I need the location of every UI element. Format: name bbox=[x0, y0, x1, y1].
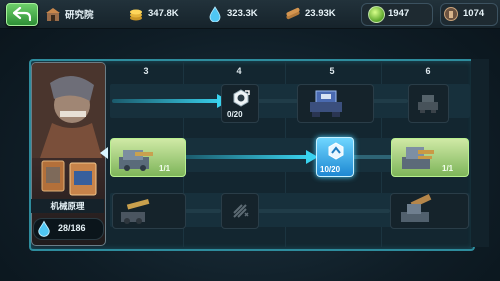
selected-pointer-icon bbox=[100, 147, 108, 159]
gold-value: 347.8K bbox=[148, 8, 179, 19]
medal-icon bbox=[443, 6, 459, 22]
node-progress: 0/20 bbox=[227, 110, 243, 119]
tech-node-r2-c6[interactable]: 1/1 bbox=[391, 138, 469, 177]
unit-count: 28/186 bbox=[58, 223, 86, 233]
column-header-6: 6 bbox=[425, 66, 431, 76]
siege-cannon-icon bbox=[401, 194, 432, 222]
connector bbox=[258, 99, 298, 103]
connector bbox=[352, 155, 392, 159]
node-progress: 10/20 bbox=[320, 165, 341, 174]
unit-count-bar: 28/186 bbox=[33, 218, 104, 240]
column-header-3: 3 bbox=[143, 66, 149, 76]
tech-node-r1-c6[interactable] bbox=[408, 84, 449, 123]
water-drop-icon bbox=[38, 220, 50, 237]
connector bbox=[372, 99, 408, 103]
gems-resource: 1947 bbox=[388, 4, 409, 23]
gems-value: 1947 bbox=[388, 8, 410, 19]
wood-logs-icon bbox=[285, 6, 301, 22]
node-progress: 1/1 bbox=[442, 164, 454, 173]
unit-name: 机械原理 bbox=[50, 201, 85, 211]
right-rail bbox=[471, 59, 489, 247]
node-progress: 1/1 bbox=[159, 164, 171, 173]
speed-upgrade-icon bbox=[328, 142, 344, 160]
connector bbox=[185, 209, 221, 213]
mech-locked-icon bbox=[418, 95, 438, 113]
wood-value: 23.93K bbox=[305, 8, 336, 19]
wood-resource: 23.93K bbox=[285, 4, 336, 23]
back-arrow-icon bbox=[13, 7, 31, 21]
tech-node-r3-c3[interactable] bbox=[112, 193, 186, 229]
medals-resource: 1074 bbox=[443, 4, 484, 23]
gear-upgrade-icon bbox=[233, 89, 250, 107]
water-drop-icon bbox=[207, 5, 223, 22]
green-gem-icon bbox=[368, 6, 385, 23]
connector-active bbox=[185, 155, 310, 159]
tech-node-r1-c5[interactable] bbox=[297, 84, 374, 123]
column-header-4: 4 bbox=[236, 66, 242, 76]
gold-resource: 347.8K bbox=[128, 4, 179, 23]
cannon-turret-icon bbox=[119, 150, 153, 171]
top-bar: 研究院 347.8K 323.3K 23.93K 1947 1074 bbox=[0, 0, 500, 29]
tech-node-r3-c6[interactable] bbox=[390, 193, 469, 229]
tech-node-r1-c4[interactable]: 0/20 bbox=[221, 84, 259, 123]
tech-node-r2-c5-selected[interactable]: 10/20 bbox=[316, 137, 354, 177]
tech-node-r3-c4[interactable] bbox=[221, 193, 259, 229]
heavy-turret-icon bbox=[402, 147, 434, 169]
water-value: 323.3K bbox=[227, 8, 258, 19]
unit-name-bar: 机械原理 bbox=[31, 199, 104, 213]
gold-coins-icon bbox=[128, 6, 144, 22]
tech-node-r2-c3[interactable]: 1/1 bbox=[110, 138, 186, 177]
column-header-5: 5 bbox=[329, 66, 335, 76]
connector-active bbox=[112, 99, 224, 103]
locked-upgrade-icon bbox=[233, 204, 249, 218]
robot-mech-icon bbox=[310, 90, 342, 117]
research-institute-label: 研究院 bbox=[45, 4, 94, 23]
back-button[interactable] bbox=[6, 3, 38, 26]
research-building-icon bbox=[45, 6, 61, 22]
connector bbox=[258, 209, 390, 213]
medals-value: 1074 bbox=[463, 8, 485, 19]
artillery-icon bbox=[121, 198, 150, 224]
page-title: 研究院 bbox=[65, 9, 94, 21]
water-resource: 323.3K bbox=[207, 4, 258, 23]
